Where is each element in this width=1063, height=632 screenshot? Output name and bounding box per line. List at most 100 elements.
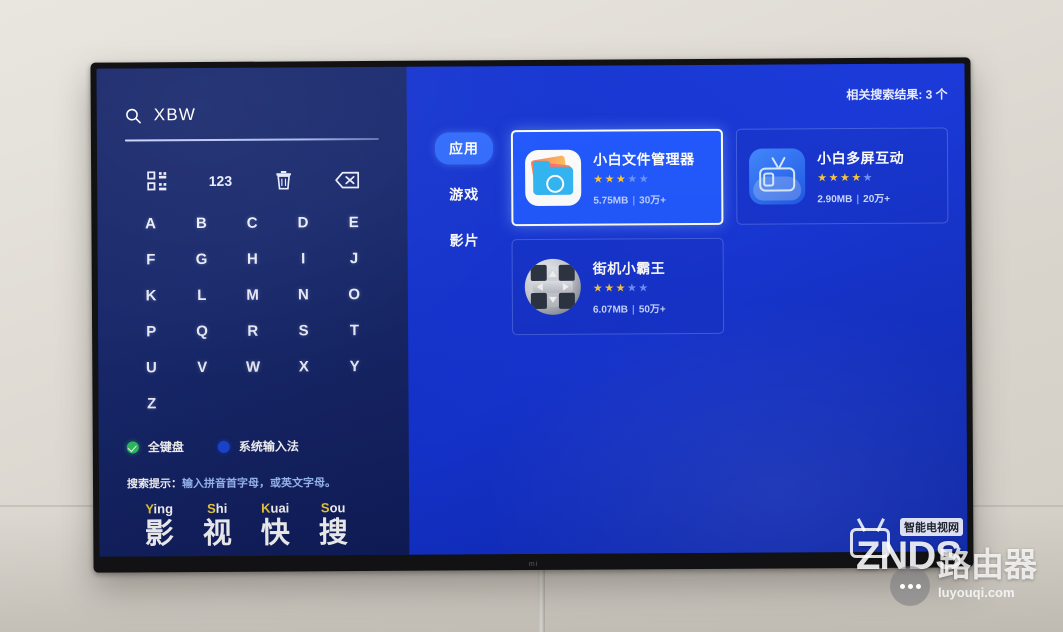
app-size: 6.07MB	[592, 303, 629, 316]
key-e[interactable]: E	[329, 214, 380, 231]
key-r[interactable]: R	[228, 323, 279, 340]
key-a[interactable]: A	[125, 215, 176, 232]
key-g[interactable]: G	[176, 251, 227, 268]
key-f[interactable]: F	[126, 251, 177, 268]
input-method-label: 全键盘	[147, 440, 184, 455]
pinyin-latin: Sou	[311, 500, 355, 515]
key-t[interactable]: T	[329, 322, 380, 339]
search-input[interactable]: XBW	[154, 105, 196, 125]
pinyin-hanzi: 影	[144, 518, 174, 551]
pinyin-rest: hi	[215, 500, 228, 516]
pinyin-latin: Shi	[195, 501, 239, 516]
numeric-mode-button[interactable]: 123	[189, 168, 253, 194]
key-q[interactable]: Q	[177, 323, 228, 340]
radio-selected-icon	[126, 440, 139, 453]
stats-separator: |	[631, 303, 635, 315]
star-empty-icon: ★	[638, 172, 651, 185]
app-card[interactable]: 小白文件管理器 ★★★★★ 5.75MB | 30万+	[510, 128, 724, 227]
search-hint-body: 输入拼音首字母，或英文字母。	[181, 477, 337, 491]
search-underline	[124, 137, 379, 142]
stats-separator: |	[632, 194, 636, 206]
keyboard-toolbar: 123	[125, 167, 379, 195]
pinyin-example: Ying Shi Kuai Sou 影视快搜	[127, 500, 381, 552]
rating-stars: ★★★★★	[593, 173, 709, 185]
gamepad-icon	[524, 258, 581, 316]
watermark-luyouqi-url: luyouqi.com	[938, 585, 1015, 600]
star-filled-icon: ★	[593, 173, 605, 186]
television-chassis: mi XBW 123 A B C D E F G H I J K L M N O…	[90, 57, 974, 573]
key-d[interactable]: D	[278, 214, 329, 231]
key-l[interactable]: L	[177, 287, 228, 304]
multiscreen-tv-icon	[748, 148, 806, 205]
pinyin-rest: ing	[153, 501, 174, 517]
key-c[interactable]: C	[227, 215, 278, 232]
app-card-row: 街机小霸王 ★★★★★ 6.07MB | 50万+	[511, 236, 950, 336]
app-meta: 街机小霸王 ★★★★★ 6.07MB | 50万+	[593, 257, 711, 315]
key-k[interactable]: K	[126, 287, 177, 304]
star-filled-icon: ★	[604, 172, 616, 186]
qr-keyboard-icon[interactable]	[125, 168, 189, 194]
key-w[interactable]: W	[228, 359, 279, 376]
star-filled-icon: ★	[592, 282, 605, 295]
input-method-full-keyboard[interactable]: 全键盘	[126, 438, 184, 455]
app-meta: 小白文件管理器 ★★★★★ 5.75MB | 30万+	[593, 148, 709, 207]
key-z[interactable]: Z	[126, 395, 177, 412]
category-tab-0[interactable]: 应用	[434, 132, 494, 165]
star-empty-icon: ★	[627, 172, 639, 185]
key-s[interactable]: S	[278, 322, 329, 339]
key-o[interactable]: O	[329, 286, 380, 303]
search-hint-label: 搜索提示：	[126, 478, 183, 491]
app-stats: 6.07MB | 50万+	[593, 299, 711, 315]
app-card-row: 小白文件管理器 ★★★★★ 5.75MB | 30万+ 小白多屏互动 ★★★★★ 2.90MB…	[510, 127, 949, 227]
backspace-icon[interactable]	[316, 167, 380, 193]
tv-screen: X B W 123 A B C D E F G H I J K L M N O P …	[96, 63, 968, 557]
app-name: 小白文件管理器	[593, 150, 695, 168]
alphabet-keypad[interactable]: ABCDE FGHIJ KLMNO PQRST UVWXY Z	[125, 214, 380, 413]
pinyin-hanzi: 搜	[318, 517, 348, 550]
category-tab-1[interactable]: 游戏	[435, 178, 493, 210]
key-h[interactable]: H	[227, 251, 278, 268]
results-panel: 相关搜索结果: 3 个 应用 游戏 影片 小白文件管理器 ★★★★★ 5.75MB | 30…	[406, 63, 968, 555]
key-j[interactable]: J	[329, 250, 380, 267]
star-filled-icon: ★	[604, 281, 616, 295]
pinyin-initial: S	[207, 500, 216, 516]
star-filled-icon: ★	[828, 171, 840, 184]
pinyin-hanzi-row: 影视快搜	[137, 515, 381, 552]
rating-stars: ★★★★★	[817, 171, 935, 184]
app-card[interactable]: 小白多屏互动 ★★★★★ 2.90MB | 20万+	[735, 127, 949, 225]
pinyin-latin: Ying	[137, 501, 181, 516]
app-name: 街机小霸王	[592, 259, 666, 277]
app-stats: 5.75MB | 30万+	[593, 190, 709, 206]
app-name: 小白多屏互动	[816, 149, 905, 166]
app-card[interactable]: 街机小霸王 ★★★★★ 6.07MB | 50万+	[511, 237, 725, 336]
star-empty-icon: ★	[862, 171, 875, 184]
rating-stars: ★★★★★	[593, 282, 711, 294]
tv-stand	[538, 566, 545, 632]
clear-icon[interactable]	[252, 167, 316, 193]
key-v[interactable]: V	[177, 359, 228, 376]
key-u[interactable]: U	[126, 359, 177, 376]
file-manager-icon	[524, 149, 582, 207]
app-meta: 小白多屏互动 ★★★★★ 2.90MB | 20万+	[817, 147, 935, 205]
key-m[interactable]: M	[227, 287, 278, 304]
app-downloads: 30万+	[639, 194, 667, 206]
input-method-system[interactable]: 系统输入法	[217, 437, 299, 454]
star-empty-icon: ★	[626, 281, 639, 294]
key-y[interactable]: Y	[329, 358, 380, 375]
pinyin-rest: uai	[270, 500, 290, 516]
key-n[interactable]: N	[278, 286, 329, 303]
category-list[interactable]: 应用 游戏 影片	[425, 130, 504, 335]
app-stats: 2.90MB | 20万+	[817, 189, 935, 205]
search-icon	[125, 107, 142, 124]
category-tab-2[interactable]: 影片	[435, 224, 493, 256]
key-b[interactable]: B	[176, 215, 227, 232]
pinyin-initial: K	[261, 500, 271, 516]
key-x[interactable]: X	[279, 358, 330, 375]
star-empty-icon: ★	[638, 281, 650, 294]
app-results-list[interactable]: 小白文件管理器 ★★★★★ 5.75MB | 30万+ 小白多屏互动 ★★★★★ 2.90MB…	[503, 127, 950, 336]
search-bar[interactable]: XBW	[125, 99, 379, 131]
app-downloads: 20万+	[863, 193, 891, 205]
key-p[interactable]: P	[126, 323, 177, 340]
pinyin-rest: ou	[329, 500, 346, 516]
key-i[interactable]: I	[278, 250, 329, 267]
